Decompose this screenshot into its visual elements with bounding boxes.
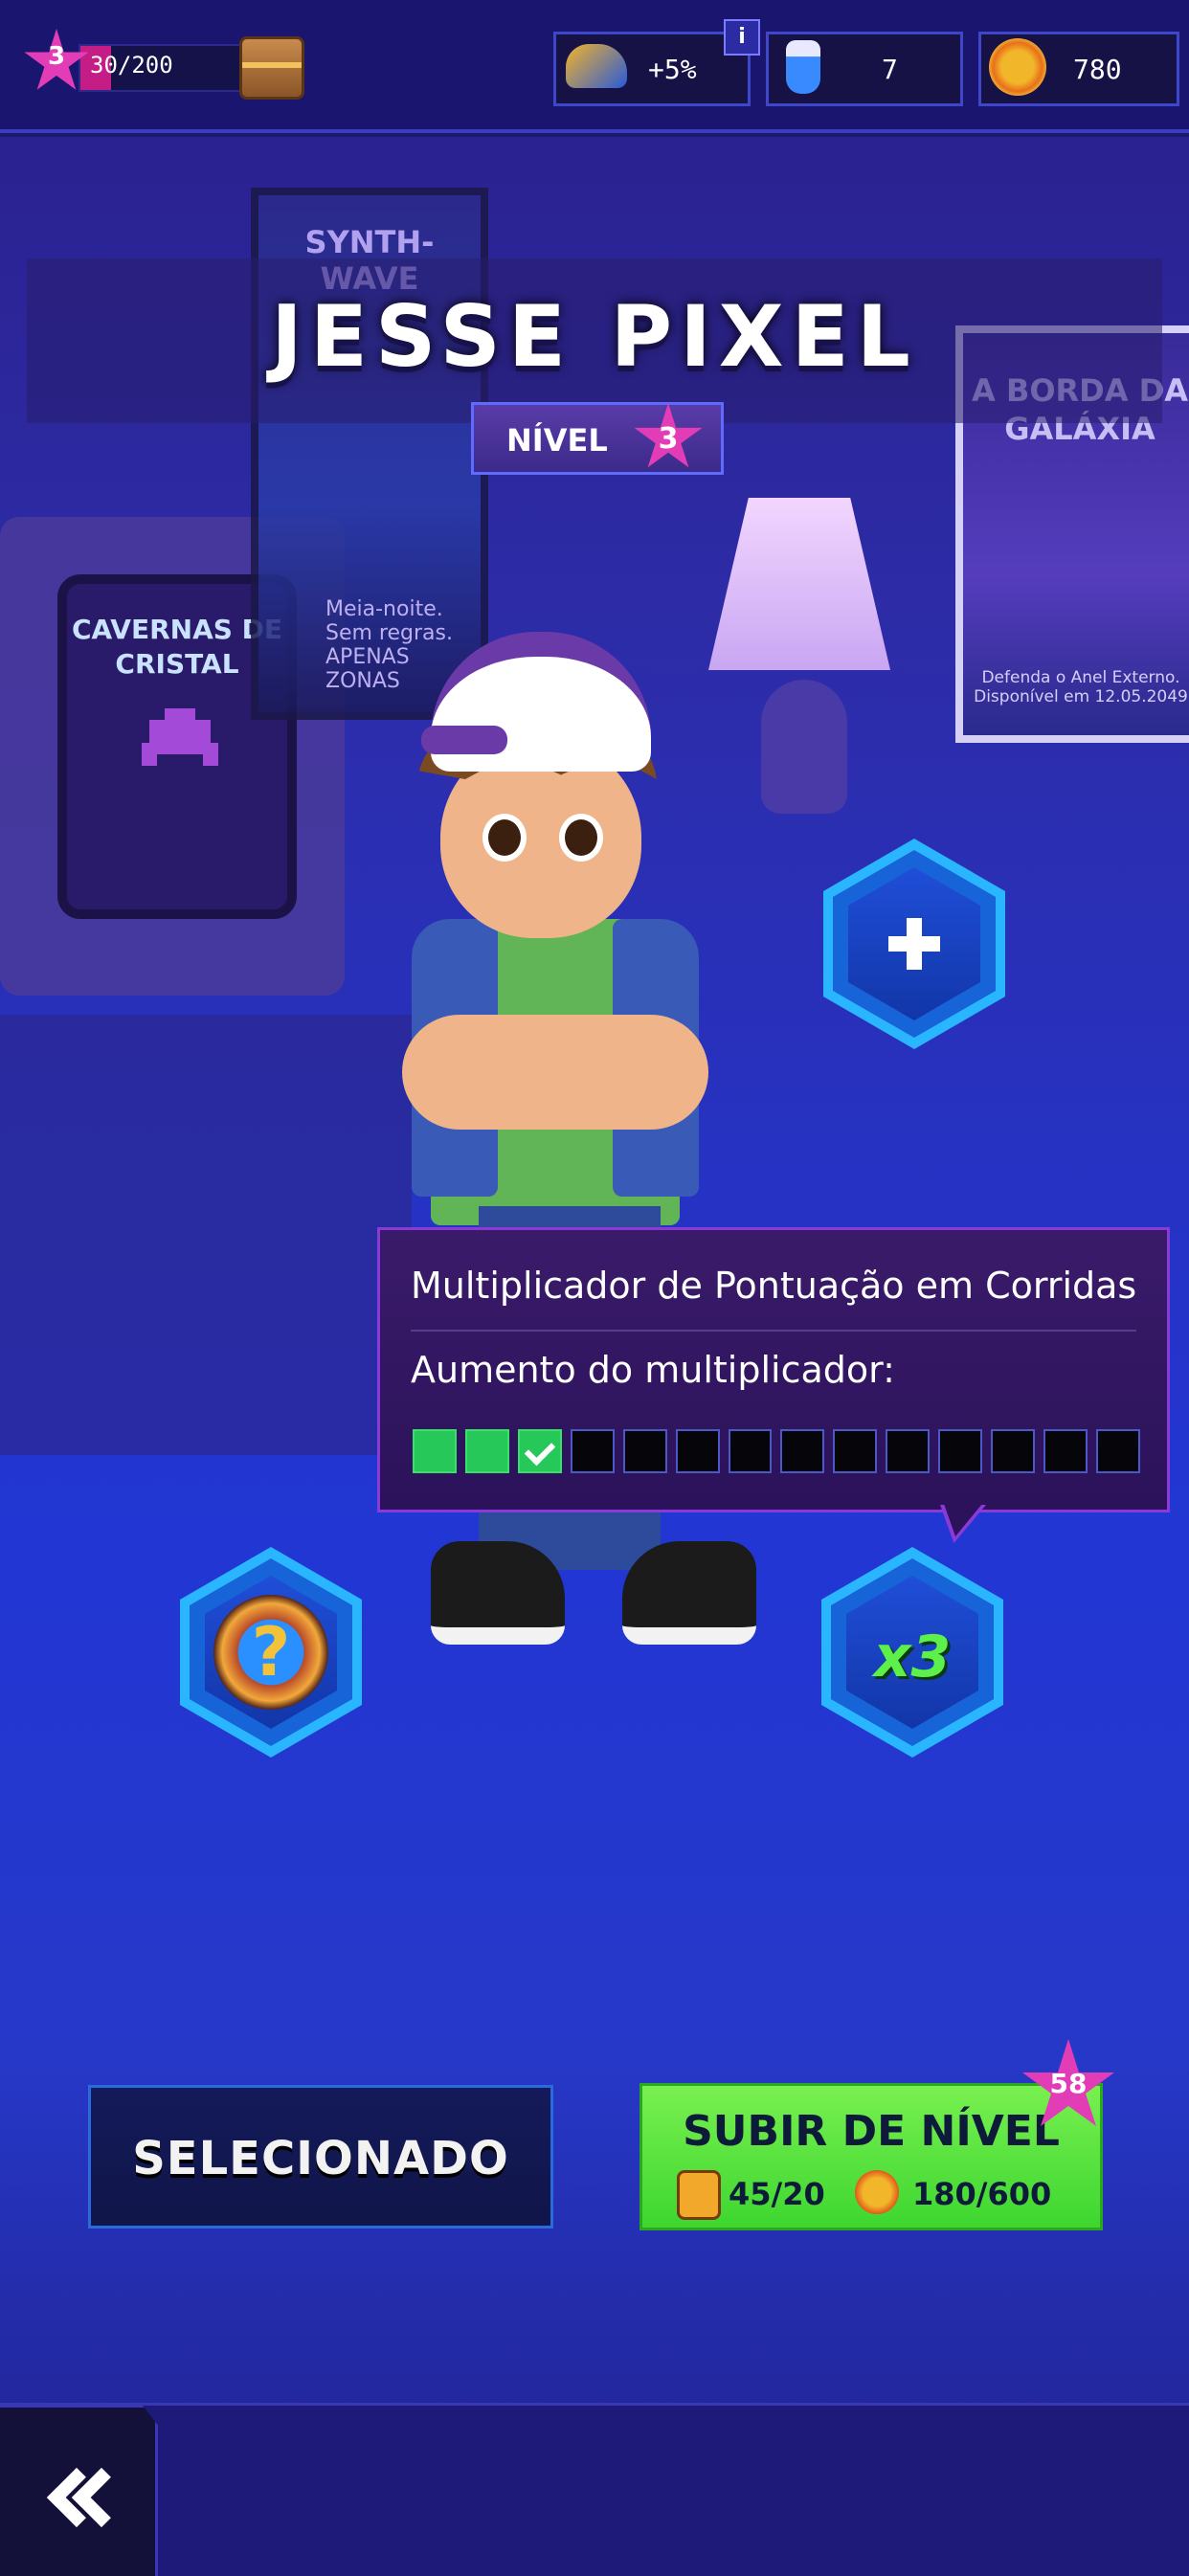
plus-icon	[888, 918, 940, 970]
back-button[interactable]	[0, 2405, 158, 2576]
progress-segment-empty	[675, 1429, 720, 1473]
level-up-badge-number: 58	[1049, 2068, 1088, 2099]
lamp-base	[761, 680, 847, 814]
multiplier-skill-button[interactable]: x3	[821, 1547, 1003, 1758]
boost-counter[interactable]: +5%	[553, 32, 751, 106]
question-mark-icon: ?	[213, 1595, 328, 1710]
progress-segment-empty	[1095, 1429, 1140, 1473]
add-skill-button[interactable]	[823, 839, 1005, 1049]
character-avatar	[402, 632, 756, 1685]
card-icon	[677, 2170, 721, 2220]
poster-text: Defenda o Anel Externo. Disponível em 12…	[974, 668, 1188, 706]
tooltip-subtitle: Aumento do multiplicador:	[411, 1349, 895, 1391]
progress-segment-filled	[413, 1429, 457, 1473]
selected-button[interactable]: SELECIONADO	[88, 2085, 553, 2229]
progress-segment-filled	[464, 1429, 509, 1473]
tooltip-title: Multiplicador de Pontuação em Corridas	[411, 1265, 1137, 1307]
progress-segment-empty	[886, 1429, 931, 1473]
chest-icon[interactable]	[239, 36, 304, 100]
lamp	[708, 498, 900, 823]
progress-segment-empty	[728, 1429, 773, 1473]
progress-segment-empty	[1043, 1429, 1088, 1473]
level-up-label: SUBIR DE NÍVEL	[683, 2107, 1060, 2156]
boost-value: +5%	[648, 54, 697, 85]
level-label: NÍVEL	[506, 422, 608, 459]
coin-icon	[855, 2170, 899, 2214]
coins-cost: 180/600	[912, 2176, 1052, 2212]
space-invader-icon	[142, 708, 218, 766]
level-number: 3	[658, 422, 679, 456]
character-shoe	[622, 1541, 756, 1645]
desk	[0, 1015, 412, 1455]
progress-segment-empty	[938, 1429, 983, 1473]
cards-cost: 45/20	[729, 2176, 825, 2212]
character-shoe	[431, 1541, 565, 1645]
player-level-number: 3	[47, 42, 66, 71]
character-eye	[559, 814, 603, 862]
progress-segment-filled	[517, 1429, 562, 1473]
progress-segment-empty	[622, 1429, 667, 1473]
character-level-badge: NÍVEL 3	[471, 402, 724, 475]
coin-counter[interactable]: 780	[978, 32, 1179, 106]
xp-progress-text: 30/200	[90, 52, 173, 78]
character-name: JESSE PIXEL	[271, 287, 918, 386]
level-up-button[interactable]: SUBIR DE NÍVEL 45/20 180/600	[639, 2083, 1103, 2230]
coin-count: 780	[1073, 54, 1122, 85]
xp-widget[interactable]: 30/200 3	[23, 29, 304, 105]
progress-segment-empty	[780, 1429, 825, 1473]
info-icon[interactable]: i	[724, 19, 760, 56]
tooltip-divider	[411, 1330, 1136, 1332]
potion-icon	[786, 40, 820, 94]
character-arms	[402, 1015, 708, 1130]
level-up-cost: 45/20 180/600	[677, 2170, 1079, 2220]
progress-segment-empty	[991, 1429, 1036, 1473]
potion-count: 7	[882, 54, 898, 85]
progress-segment-empty	[570, 1429, 615, 1473]
x3-multiplier-icon: x3	[873, 1624, 952, 1691]
mystery-skill-button[interactable]: ?	[180, 1547, 362, 1758]
character-cap-brim	[421, 726, 507, 754]
lamp-shade	[708, 498, 890, 670]
bottom-nav	[0, 2403, 1189, 2576]
potion-counter[interactable]: 7	[766, 32, 963, 106]
shoe-icon	[566, 44, 627, 88]
progress-segment-empty	[833, 1429, 878, 1473]
skill-tooltip: Multiplicador de Pontuação em Corridas A…	[377, 1227, 1170, 1512]
character-eye	[482, 814, 527, 862]
coin-icon	[989, 38, 1046, 96]
multiplier-progress	[413, 1429, 1140, 1473]
selected-button-label: SELECIONADO	[132, 2132, 509, 2185]
